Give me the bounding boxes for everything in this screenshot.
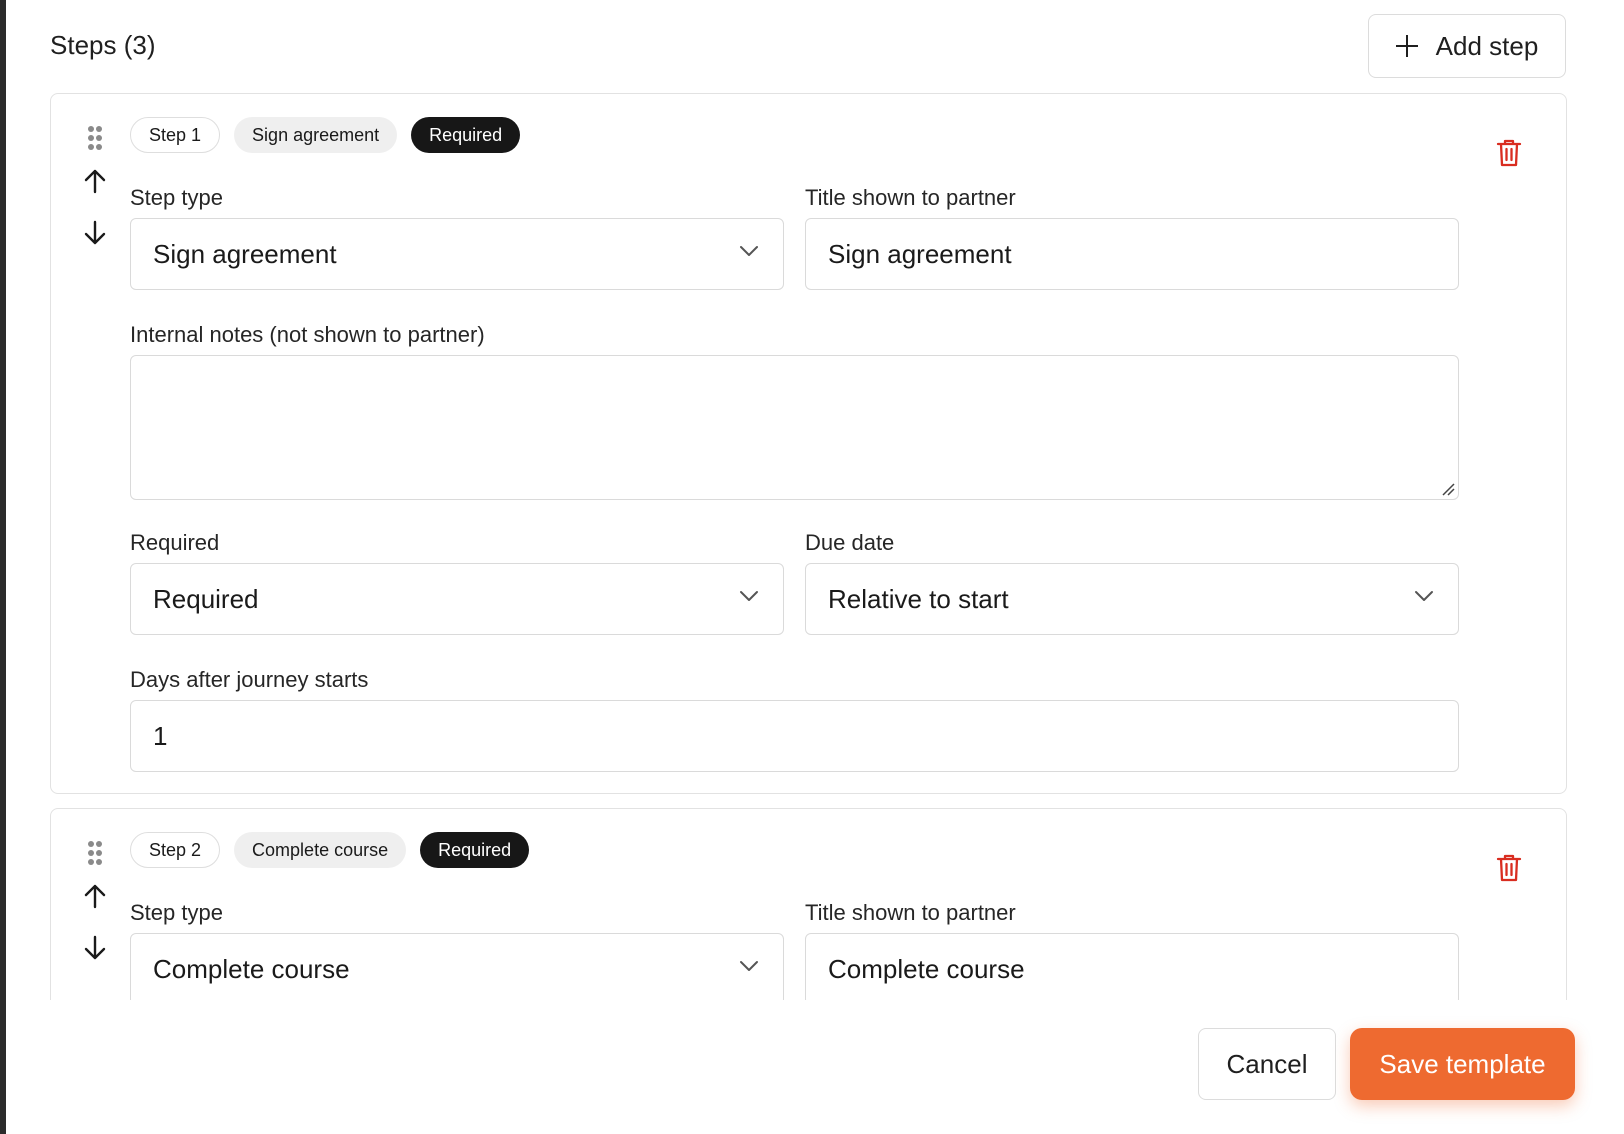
required-badge: Required <box>411 117 521 153</box>
chevron-down-icon <box>740 246 758 256</box>
save-template-button[interactable]: Save template <box>1350 1028 1575 1100</box>
notes-textarea[interactable] <box>130 355 1459 500</box>
arrow-down-icon[interactable] <box>83 935 107 961</box>
chevron-down-icon <box>1415 591 1433 601</box>
step-type-select[interactable]: Complete course <box>130 933 784 1000</box>
chevron-down-icon <box>740 591 758 601</box>
step-pills: Step 2 Complete course Required <box>130 832 530 868</box>
notes-label: Internal notes (not shown to partner) <box>130 322 485 347</box>
step-type-value: Sign agreement <box>153 238 337 269</box>
days-label: Days after journey starts <box>130 667 369 692</box>
required-value: Required <box>153 583 259 614</box>
step-type-badge: Complete course <box>234 832 407 868</box>
due-date-select[interactable]: Relative to start <box>805 563 1459 635</box>
trash-icon[interactable] <box>1496 853 1522 883</box>
resize-handle-icon[interactable] <box>1441 482 1455 496</box>
step-card-2: Step 2 Complete course Required Step typ… <box>50 808 1567 1000</box>
required-label: Required <box>130 530 220 555</box>
due-date-label: Due date <box>805 530 895 555</box>
step-card-1: Step 1 Sign agreement Required Step type… <box>50 93 1567 794</box>
step-number-badge: Step 2 <box>130 832 221 868</box>
steps-scroll-area[interactable]: Step 1 Sign agreement Required Step type… <box>0 0 1624 1000</box>
title-value: Sign agreement <box>828 238 1012 269</box>
title-label: Title shown to partner <box>805 900 1016 925</box>
step-type-label: Step type <box>130 900 223 925</box>
step-type-badge: Sign agreement <box>234 117 398 153</box>
title-label: Title shown to partner <box>805 185 1016 210</box>
arrow-up-icon[interactable] <box>83 168 107 194</box>
required-select[interactable]: Required <box>130 563 784 635</box>
drag-handle-icon[interactable] <box>88 841 102 865</box>
cancel-button[interactable]: Cancel <box>1198 1028 1336 1100</box>
step-pills: Step 1 Sign agreement Required <box>130 117 521 153</box>
title-input[interactable]: Sign agreement <box>805 218 1459 290</box>
days-input[interactable]: 1 <box>130 700 1459 772</box>
arrow-down-icon[interactable] <box>83 220 107 246</box>
step-type-value: Complete course <box>153 953 350 984</box>
trash-icon[interactable] <box>1496 138 1522 168</box>
chevron-down-icon <box>740 961 758 971</box>
title-value: Complete course <box>828 953 1025 984</box>
step-type-select[interactable]: Sign agreement <box>130 218 784 290</box>
arrow-up-icon[interactable] <box>83 883 107 909</box>
days-value: 1 <box>153 720 168 751</box>
step-number-badge: Step 1 <box>130 117 221 153</box>
title-input[interactable]: Complete course <box>805 933 1459 1000</box>
drag-handle-icon[interactable] <box>88 126 102 150</box>
required-badge: Required <box>420 832 530 868</box>
step-type-label: Step type <box>130 185 223 210</box>
due-date-value: Relative to start <box>828 583 1009 614</box>
